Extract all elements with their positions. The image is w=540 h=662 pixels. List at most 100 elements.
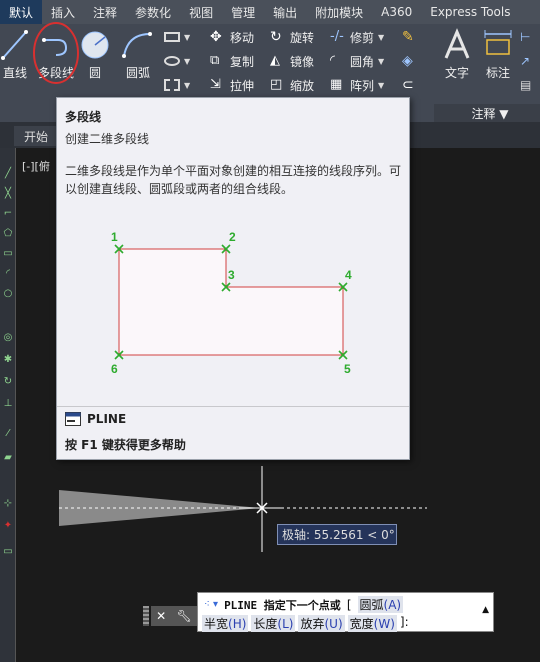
erase-tool[interactable]: ✎: [402, 26, 418, 48]
tab-manage[interactable]: 管理: [222, 0, 264, 24]
option-undo-key: (U): [324, 617, 343, 631]
arc-icon: [122, 32, 152, 58]
linear-dim-tool[interactable]: ⊢: [520, 26, 536, 48]
tab-addins[interactable]: 附加模块: [306, 0, 372, 24]
dim-linear-icon: ⊢: [520, 30, 531, 44]
table-tool[interactable]: ▤: [520, 74, 536, 96]
copy-tool[interactable]: ⧉ 复制: [210, 50, 254, 72]
arc-label: 圆弧: [125, 66, 150, 80]
tab-a360[interactable]: A360: [372, 0, 421, 24]
toolbar-table-icon[interactable]: ✦: [2, 520, 14, 532]
vertex-label-6: 6: [111, 362, 118, 376]
chevron-down-icon: ▼: [378, 56, 385, 66]
toolbar-rotate-icon[interactable]: ↻: [2, 376, 14, 388]
scroll-up-icon[interactable]: ▲: [482, 605, 489, 615]
rotate-icon: ↻: [270, 29, 282, 45]
annotation-panel-title[interactable]: 注释 ▼: [434, 104, 540, 122]
toolbar-gradient-icon[interactable]: ▰: [2, 452, 14, 464]
toolbar-point-icon[interactable]: ✱: [2, 354, 14, 366]
polyline-tooltip: 多段线 创建二维多段线 二维多段线是作为单个平面对象创建的相互连接的线段序列。可…: [56, 97, 410, 460]
vertex-label-1: 1: [111, 230, 118, 244]
option-width[interactable]: 宽度(W): [347, 615, 397, 632]
line-tool[interactable]: 直线: [0, 28, 30, 81]
hatch-tool[interactable]: ▼: [164, 50, 190, 72]
fillet-tool[interactable]: ◜ 圆角 ▼: [330, 50, 384, 72]
toolbar-circle-icon[interactable]: ○: [2, 288, 14, 300]
scale-tool[interactable]: ◰ 缩放: [270, 74, 314, 96]
ribbon-tab-bar: 默认 插入 注释 参数化 视图 管理 输出 附加模块 A360 Express …: [0, 0, 540, 24]
array-tool[interactable]: ▦ 阵列 ▼: [330, 74, 384, 96]
toolbar-mtext-icon[interactable]: ▭: [2, 546, 14, 558]
polyline-highlight-circle: [33, 22, 79, 84]
circle-tool[interactable]: 圆: [80, 28, 110, 81]
option-halfwidth[interactable]: 半宽(H): [202, 615, 249, 632]
rectangle-icon: [164, 32, 180, 42]
move-tool[interactable]: ✥ 移动: [210, 26, 254, 48]
region-icon: [164, 79, 180, 91]
toolbar-polygon-icon[interactable]: ⬠: [2, 228, 14, 240]
trim-tool[interactable]: -/- 修剪 ▼: [330, 26, 384, 48]
viewport-controls[interactable]: [-][俯: [22, 158, 50, 174]
command-prompt-box[interactable]: ⁖ ▾ PLINE 指定下一个点或 [ 圆弧(A) 半宽(H) 长度(L) 放弃…: [197, 592, 494, 632]
command-history-icon[interactable]: ⁖ ▾: [204, 599, 218, 610]
toolbar-line-icon[interactable]: ╱: [2, 168, 14, 180]
toolbar-xline-icon[interactable]: ╳: [2, 188, 14, 200]
vertex-label-3: 3: [228, 268, 235, 282]
option-arc[interactable]: 圆弧(A): [357, 596, 404, 613]
option-arc-label: 圆弧: [359, 598, 384, 612]
start-tab[interactable]: 开始: [14, 126, 58, 146]
tab-output[interactable]: 输出: [264, 0, 306, 24]
option-undo[interactable]: 放弃(U): [298, 615, 345, 632]
offset-tool[interactable]: ⊂: [402, 74, 418, 96]
circle-label: 圆: [88, 66, 101, 80]
explode-icon: ◈: [402, 53, 413, 69]
arc-tool[interactable]: 圆弧: [118, 28, 158, 81]
rectangle-tool[interactable]: ▼: [164, 26, 190, 48]
tab-parametric[interactable]: 参数化: [126, 0, 180, 24]
toolbar-region-icon[interactable]: ⊹: [2, 498, 14, 510]
command-prompt-text: PLINE 指定下一个点或: [224, 598, 341, 612]
explode-tool[interactable]: ◈: [402, 50, 418, 72]
trim-icon: -/-: [330, 29, 344, 44]
array-label: 阵列: [350, 78, 375, 93]
chevron-down-icon: ▼: [378, 80, 385, 90]
text-label: 文字: [444, 66, 469, 80]
mirror-tool[interactable]: ◭ 镜像: [270, 50, 314, 72]
text-tool[interactable]: 文字: [440, 28, 474, 81]
chevron-down-icon: ▼: [184, 32, 191, 42]
offset-icon: ⊂: [402, 77, 414, 93]
leader-tool[interactable]: ↗: [520, 50, 536, 72]
tab-view[interactable]: 视图: [180, 0, 222, 24]
fillet-label: 圆角: [350, 54, 375, 69]
dimension-tool[interactable]: 标注: [480, 28, 516, 81]
drawing-canvas[interactable]: [17, 460, 540, 580]
command-line-grip[interactable]: [143, 606, 149, 626]
stretch-tool[interactable]: ⇲ 拉伸: [210, 74, 254, 96]
toolbar-pline-icon[interactable]: ⌐: [2, 208, 14, 220]
text-a-icon: [444, 28, 470, 59]
wrench-icon[interactable]: 🔧︎: [177, 609, 192, 623]
region-tool[interactable]: ▼: [164, 74, 190, 96]
chevron-down-icon: ▼: [184, 56, 191, 66]
scale-label: 缩放: [290, 78, 315, 93]
polar-tracking-tooltip: 极轴: 55.2561 < 0°: [277, 524, 397, 545]
line-label: 直线: [2, 66, 27, 80]
vertex-label-2: 2: [229, 230, 236, 244]
mirror-label: 镜像: [290, 54, 315, 69]
tab-annotate[interactable]: 注释: [84, 0, 126, 24]
tab-express-tools[interactable]: Express Tools: [421, 0, 519, 24]
rotate-tool[interactable]: ↻ 旋转: [270, 26, 314, 48]
option-length[interactable]: 长度(L): [251, 615, 296, 632]
tooltip-help-hint: 按 F1 键获得更多帮助: [65, 438, 186, 452]
close-icon[interactable]: ✕: [156, 609, 166, 623]
toolbar-rect-icon[interactable]: ▭: [2, 248, 14, 260]
circle-icon: [81, 31, 109, 59]
toolbar-block-icon[interactable]: ⊥: [2, 398, 14, 410]
toolbar-hatch-icon[interactable]: ⁄: [2, 428, 14, 440]
toolbar-arc-icon[interactable]: ◜: [2, 268, 14, 280]
pencil-icon: ✎: [402, 29, 414, 45]
trim-label: 修剪: [350, 30, 375, 45]
command-window-icon: [65, 412, 81, 426]
toolbar-ellipse-icon[interactable]: ◎: [2, 332, 14, 344]
left-toolbar: ╱ ╳ ⌐ ⬠ ▭ ◜ ○ ◎ ✱ ↻ ⊥ ⁄ ▰ ⊹ ✦ ▭: [0, 148, 16, 662]
